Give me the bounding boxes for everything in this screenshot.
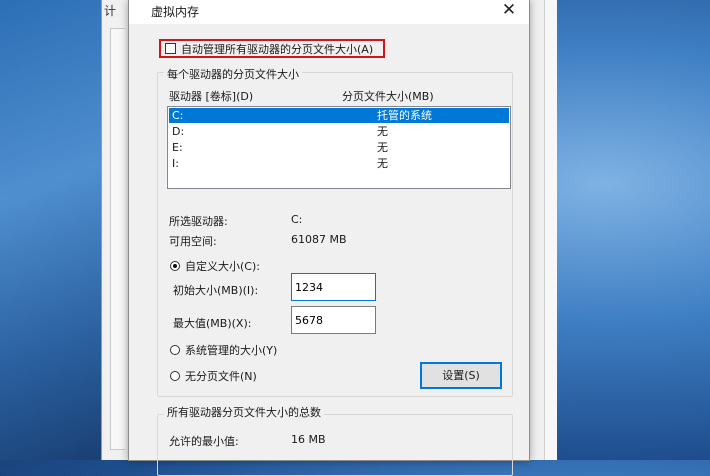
custom-size-radio[interactable]	[170, 261, 180, 271]
drive-letter: I:	[172, 157, 179, 170]
column-header-drive: 驱动器 [卷标](D)	[169, 90, 254, 103]
min-allowed-label: 允许的最小值:	[169, 435, 239, 448]
set-button[interactable]: 设置(S)	[420, 362, 502, 389]
drive-page-size: 无	[377, 141, 388, 154]
drive-page-size: 无	[377, 157, 388, 170]
free-space-label: 可用空间:	[169, 235, 217, 248]
selected-drive-value: C:	[291, 213, 303, 226]
initial-size-label: 初始大小(MB)(I):	[173, 284, 259, 297]
initial-size-input[interactable]	[291, 273, 376, 301]
drive-row-i[interactable]: I: 无	[169, 156, 509, 171]
background-window-edge	[544, 0, 557, 460]
no-paging-file-label: 无分页文件(N)	[185, 370, 257, 383]
desktop-background	[0, 0, 110, 460]
min-allowed-value: 16 MB	[291, 433, 326, 446]
per-drive-group-title: 每个驱动器的分页文件大小	[164, 66, 302, 82]
drive-letter: E:	[172, 141, 183, 154]
max-size-label: 最大值(MB)(X):	[173, 317, 252, 330]
auto-manage-checkbox[interactable]	[165, 43, 176, 54]
drive-row-d[interactable]: D: 无	[169, 124, 509, 139]
background-window-panel	[110, 28, 125, 450]
drive-page-size: 无	[377, 125, 388, 138]
selected-drive-label: 所选驱动器:	[169, 215, 228, 228]
dialog-titlebar: 虚拟内存 ✕	[129, 0, 529, 24]
close-icon[interactable]: ✕	[497, 0, 521, 22]
system-managed-label: 系统管理的大小(Y)	[185, 344, 278, 357]
auto-manage-label: 自动管理所有驱动器的分页文件大小(A)	[181, 43, 374, 56]
dialog-title: 虚拟内存	[151, 5, 200, 19]
no-paging-file-radio[interactable]	[170, 371, 180, 381]
auto-manage-checkbox-row[interactable]: 自动管理所有驱动器的分页文件大小(A)	[159, 39, 385, 58]
drive-row-c[interactable]: C: 托管的系统	[169, 108, 509, 123]
drive-letter: C:	[172, 109, 184, 122]
drive-list[interactable]: C: 托管的系统 D: 无 E: 无 I: 无	[167, 106, 511, 189]
virtual-memory-dialog: 虚拟内存 ✕ 自动管理所有驱动器的分页文件大小(A) 每个驱动器的分页文件大小 …	[128, 0, 530, 476]
custom-size-label: 自定义大小(C):	[185, 260, 260, 273]
background-window-tab[interactable]: 计	[104, 2, 126, 24]
free-space-value: 61087 MB	[291, 233, 347, 246]
drive-letter: D:	[172, 125, 185, 138]
drive-row-e[interactable]: E: 无	[169, 140, 509, 155]
max-size-input[interactable]	[291, 306, 376, 334]
totals-group-title: 所有驱动器分页文件大小的总数	[164, 404, 324, 420]
system-managed-radio[interactable]	[170, 345, 180, 355]
drive-page-size: 托管的系统	[377, 109, 432, 122]
column-header-size: 分页文件大小(MB)	[342, 90, 434, 103]
